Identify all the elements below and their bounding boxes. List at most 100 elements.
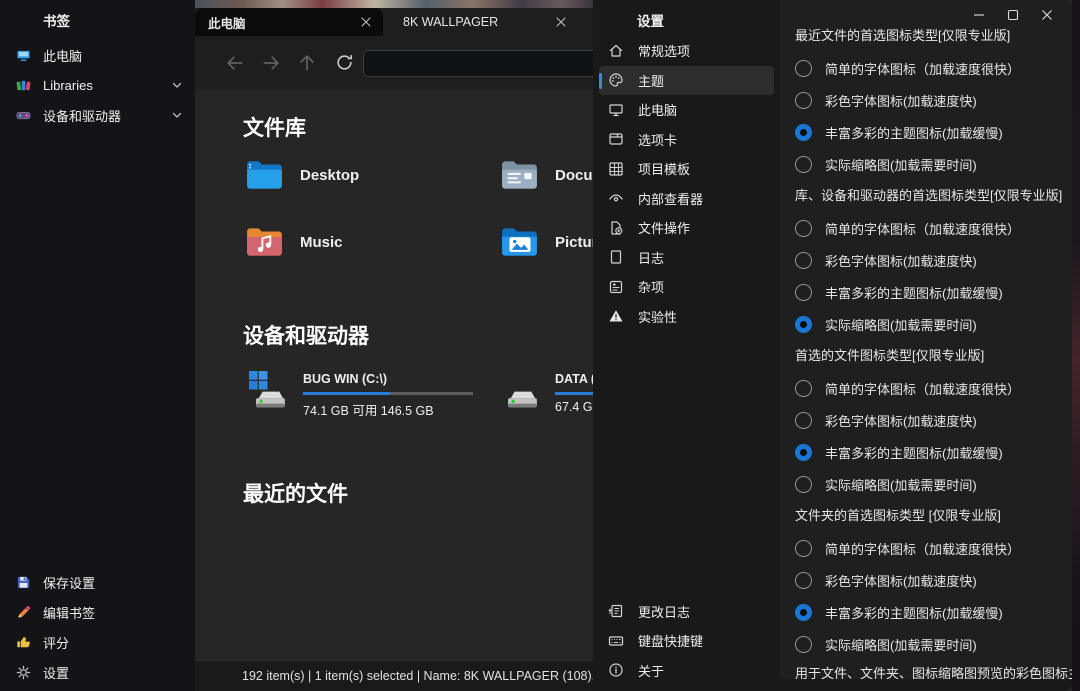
- radio-option-row[interactable]: 丰富多彩的主题图标(加载缓慢): [780, 436, 1072, 468]
- sidebar-item[interactable]: 设备和驱动器: [0, 100, 195, 130]
- settings-nav-footer-item[interactable]: 关于: [599, 656, 774, 686]
- minimize-button[interactable]: [962, 2, 996, 28]
- radio-option-row[interactable]: 实际缩略图(加载需要时间): [780, 468, 1072, 500]
- radio-option-row[interactable]: 简单的字体图标（加载速度很快）: [780, 532, 1072, 564]
- radio-unselected-icon[interactable]: [795, 540, 812, 557]
- hamburger-icon[interactable]: [608, 12, 624, 28]
- libraries-icon: [15, 77, 31, 93]
- back-button[interactable]: [225, 53, 247, 75]
- tab-1[interactable]: 此电脑: [195, 8, 383, 36]
- settings-nav-label: 文件操作: [638, 218, 690, 237]
- settings-nav-item[interactable]: 常规选项: [599, 36, 774, 66]
- clear-recent-icon[interactable]: [359, 485, 375, 501]
- settings-nav-item[interactable]: 选项卡: [599, 125, 774, 155]
- close-button[interactable]: [1030, 2, 1064, 28]
- info-icon: [608, 662, 624, 678]
- desktop-folder-icon: [245, 158, 285, 192]
- radio-option-row[interactable]: 实际缩略图(加载需要时间): [780, 628, 1072, 660]
- radio-unselected-icon[interactable]: [795, 284, 812, 301]
- sidebar-footer-item[interactable]: 设置: [0, 657, 195, 687]
- radio-option-row[interactable]: 丰富多彩的主题图标(加载缓慢): [780, 276, 1072, 308]
- sidebar-footer-item[interactable]: 保存设置: [0, 567, 195, 597]
- settings-nav-label: 更改日志: [638, 602, 690, 621]
- radio-option-row[interactable]: 丰富多彩的主题图标(加载缓慢): [780, 596, 1072, 628]
- radio-unselected-icon[interactable]: [795, 252, 812, 269]
- music-folder-icon: [245, 225, 285, 259]
- settings-nav-footer-item[interactable]: 更改日志: [599, 597, 774, 627]
- radio-unselected-icon[interactable]: [795, 476, 812, 493]
- settings-nav-item[interactable]: 主题: [599, 66, 774, 96]
- radio-unselected-icon[interactable]: [795, 636, 812, 653]
- settings-group: 文件夹的首选图标类型 [仅限专业版]简单的字体图标（加载速度很快）彩色字体图标(…: [780, 506, 1072, 660]
- tab-label: 8K WALLPAGER: [403, 15, 556, 29]
- library-tile[interactable]: Desktop: [245, 150, 500, 200]
- up-button[interactable]: [297, 53, 319, 75]
- radio-unselected-icon[interactable]: [795, 380, 812, 397]
- radio-unselected-icon[interactable]: [795, 220, 812, 237]
- chevron-down-icon[interactable]: [169, 107, 185, 123]
- drive-tile[interactable]: BUG WIN (C:\)74.1 GB 可用 146.5 GB: [247, 370, 499, 418]
- refresh-button[interactable]: [335, 53, 357, 75]
- radio-unselected-icon[interactable]: [795, 156, 812, 173]
- template-grid-icon: [608, 161, 624, 177]
- tab-2[interactable]: 8K WALLPAGER: [390, 8, 578, 36]
- radio-option-row[interactable]: 彩色字体图标(加载速度快): [780, 244, 1072, 276]
- radio-selected-icon[interactable]: [795, 124, 812, 141]
- sidebar-footer-item[interactable]: 评分: [0, 627, 195, 657]
- radio-unselected-icon[interactable]: [795, 572, 812, 589]
- sidebar-item[interactable]: Libraries: [0, 70, 195, 100]
- maximize-button[interactable]: [996, 2, 1030, 28]
- close-icon[interactable]: [361, 17, 371, 27]
- radio-option-row[interactable]: 彩色字体图标(加载速度快): [780, 84, 1072, 116]
- radio-option-row[interactable]: 彩色字体图标(加载速度快): [780, 564, 1072, 596]
- radio-option-row[interactable]: 丰富多彩的主题图标(加载缓慢): [780, 116, 1072, 148]
- radio-option-row[interactable]: 实际缩略图(加载需要时间): [780, 308, 1072, 340]
- radio-option-row[interactable]: 彩色字体图标(加载速度快): [780, 404, 1072, 436]
- sidebar-item[interactable]: 此电脑: [0, 40, 195, 70]
- radio-selected-icon[interactable]: [795, 444, 812, 461]
- settings-nav-panel: 设置 常规选项主题此电脑选项卡项目模板内部查看器文件操作日志杂项实验性 更改日志…: [593, 0, 780, 691]
- settings-nav-label: 选项卡: [638, 130, 677, 149]
- tab-bar: 此电脑 8K WALLPAGER: [195, 8, 593, 36]
- radio-option-row[interactable]: 实际缩略图(加载需要时间): [780, 148, 1072, 180]
- radio-unselected-icon[interactable]: [795, 92, 812, 109]
- sidebar-footer-item[interactable]: 编辑书签: [0, 597, 195, 627]
- thumbs-up-icon: [15, 634, 31, 650]
- radio-unselected-icon[interactable]: [795, 412, 812, 429]
- settings-nav-item[interactable]: 此电脑: [599, 95, 774, 125]
- app-window: 书签 此电脑Libraries设备和驱动器 保存设置编辑书签评分设置 此电脑8K…: [0, 0, 1080, 691]
- hamburger-icon[interactable]: [13, 12, 29, 28]
- radio-option-label: 实际缩略图(加载需要时间): [825, 635, 977, 654]
- status-bar: 192 item(s) | 1 item(s) selected | Name:…: [195, 660, 593, 691]
- recent-section-title: 最近的文件: [243, 478, 348, 508]
- library-tile[interactable]: Music: [245, 217, 500, 267]
- settings-nav-item[interactable]: 项目模板: [599, 154, 774, 184]
- settings-nav-item[interactable]: 实验性: [599, 302, 774, 332]
- settings-nav-item[interactable]: 杂项: [599, 272, 774, 302]
- chevron-down-icon[interactable]: [169, 77, 185, 93]
- settings-nav-footer-item[interactable]: 键盘快捷键: [599, 626, 774, 656]
- radio-option-row[interactable]: 简单的字体图标（加载速度很快）: [780, 212, 1072, 244]
- radio-option-label: 丰富多彩的主题图标(加载缓慢): [825, 603, 1003, 622]
- drive-icon: [15, 107, 31, 123]
- address-bar[interactable]: [363, 50, 603, 77]
- devices-section-title: 设备和驱动器: [243, 320, 369, 350]
- settings-nav-item[interactable]: 文件操作: [599, 213, 774, 243]
- settings-content-panel: 最近文件的首选图标类型[仅限专业版]简单的字体图标（加载速度很快）彩色字体图标(…: [780, 0, 1072, 691]
- sidebar-item-label: 编辑书签: [43, 603, 185, 622]
- breadcrumb-chevron-icon: [392, 56, 400, 72]
- radio-option-row[interactable]: 简单的字体图标（加载速度很快）: [780, 372, 1072, 404]
- hdd-icon: [503, 386, 541, 412]
- settings-nav-label: 此电脑: [638, 100, 677, 119]
- radio-option-row[interactable]: 简单的字体图标（加载速度很快）: [780, 52, 1072, 84]
- settings-nav-item[interactable]: 日志: [599, 243, 774, 273]
- close-icon[interactable]: [556, 17, 566, 27]
- settings-nav-item[interactable]: 内部查看器: [599, 184, 774, 214]
- forward-button[interactable]: [261, 53, 283, 75]
- hdd-icon: [251, 386, 289, 412]
- radio-selected-icon[interactable]: [795, 316, 812, 333]
- status-arrow-icon[interactable]: [213, 668, 229, 684]
- radio-unselected-icon[interactable]: [795, 60, 812, 77]
- sidebar-item-label: 设置: [43, 663, 185, 682]
- radio-selected-icon[interactable]: [795, 604, 812, 621]
